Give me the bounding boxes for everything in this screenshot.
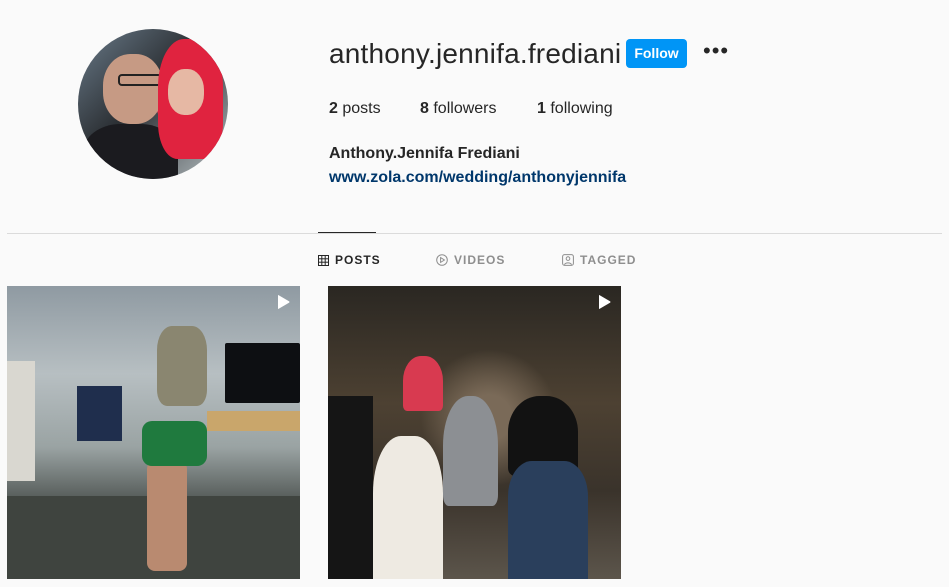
tab-videos-label: VIDEOS xyxy=(454,253,506,267)
profile-username: anthony.jennifa.frediani xyxy=(329,38,622,69)
active-tab-indicator xyxy=(318,232,376,233)
profile-website-link[interactable]: www.zola.com/wedding/anthonyjennifa xyxy=(329,169,626,187)
grid-icon xyxy=(318,254,329,266)
tag-icon xyxy=(562,254,574,266)
avatar-glasses xyxy=(118,74,162,86)
tab-tagged[interactable]: TAGGED xyxy=(562,253,636,267)
profile-full-name: Anthony.Jennifa Frediani xyxy=(329,145,520,162)
profile-avatar[interactable] xyxy=(78,29,228,179)
post1-man xyxy=(157,326,207,406)
following-stat[interactable]: 1 following xyxy=(537,100,613,118)
posts-label: posts xyxy=(342,100,381,117)
post2-red-hair xyxy=(403,356,443,411)
video-play-icon xyxy=(278,295,290,309)
post1-door xyxy=(7,361,35,481)
tab-posts[interactable]: POSTS xyxy=(318,253,381,267)
more-options-icon[interactable]: ••• xyxy=(703,40,729,66)
post2-person-black xyxy=(328,396,373,579)
follow-button[interactable]: Follow xyxy=(626,39,687,68)
following-label: following xyxy=(550,100,613,117)
post2-person-middle xyxy=(443,396,498,506)
post1-tv xyxy=(225,343,300,403)
post2-white-dress xyxy=(373,436,443,579)
tabs-divider xyxy=(7,233,942,234)
post1-hanging-clothes xyxy=(77,386,122,441)
avatar-woman-face xyxy=(168,69,204,115)
post1-green-skirt xyxy=(142,421,207,466)
tab-posts-label: POSTS xyxy=(335,253,381,267)
followers-count: 8 xyxy=(420,100,429,117)
tab-videos[interactable]: VIDEOS xyxy=(436,253,505,267)
video-play-icon xyxy=(599,295,611,309)
post1-legs xyxy=(147,461,187,571)
post-thumbnail-2[interactable] xyxy=(328,286,621,579)
followers-label: followers xyxy=(433,100,497,117)
avatar-man-face xyxy=(103,54,163,124)
post1-shelf xyxy=(207,411,300,431)
followers-stat[interactable]: 8 followers xyxy=(420,100,497,118)
play-circle-icon xyxy=(436,254,448,266)
following-count: 1 xyxy=(537,100,546,117)
posts-count: 2 xyxy=(329,100,338,117)
tab-tagged-label: TAGGED xyxy=(580,253,637,267)
post2-blue-skirt xyxy=(508,461,588,579)
posts-count-stat: 2 posts xyxy=(329,100,381,118)
post-thumbnail-1[interactable] xyxy=(7,286,300,579)
